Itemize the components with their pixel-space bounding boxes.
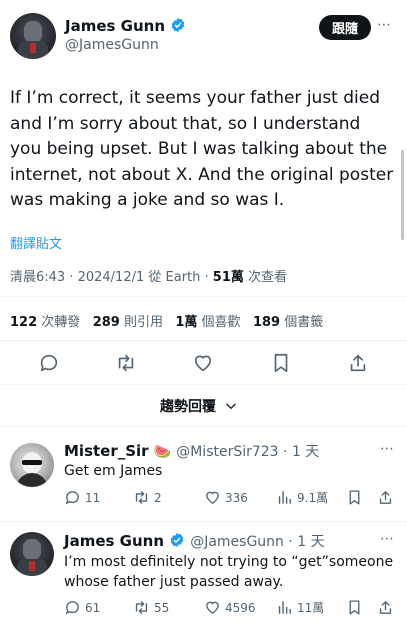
bookmark-icon[interactable] xyxy=(346,599,363,616)
reply-count: 61 xyxy=(85,600,101,615)
divider xyxy=(0,426,407,427)
watermelon-emoji: 🍉 xyxy=(153,444,172,460)
share-icon[interactable] xyxy=(377,599,394,616)
reply-reply-button[interactable]: 11 xyxy=(64,489,100,506)
reply-text: I’m most definitely not trying to “get”s… xyxy=(64,554,394,590)
reply-meta[interactable]: @MisterSir723 · 1 天 xyxy=(176,444,319,460)
like-icon xyxy=(204,599,221,616)
author-name[interactable]: James Gunn xyxy=(65,17,165,35)
views-icon xyxy=(276,599,293,616)
bookmark-icon[interactable] xyxy=(270,352,292,374)
like-icon xyxy=(204,489,221,506)
view-count: 9.1萬 xyxy=(297,491,329,505)
bookmark-icon[interactable] xyxy=(346,489,363,506)
reply-retweet-button[interactable]: 55 xyxy=(133,599,169,616)
likes-stat[interactable]: 1萬 個喜歡 xyxy=(175,315,240,330)
chevron-down-icon xyxy=(224,399,238,413)
reply-retweet-button[interactable]: 2 xyxy=(133,489,162,506)
reply-reply-button[interactable]: 61 xyxy=(64,599,100,616)
verified-badge-icon xyxy=(169,532,185,548)
like-icon[interactable] xyxy=(192,352,214,374)
tweet-timestamp[interactable]: 清晨6:43 · 2024/12/1 從 Earth · xyxy=(10,270,213,285)
reply-like-button[interactable]: 336 xyxy=(204,489,248,506)
author-handle[interactable]: @JamesGunn xyxy=(65,37,159,53)
reply-more-options-icon[interactable]: ⋯ xyxy=(380,531,395,547)
reply-header: Mister_Sir 🍉 @MisterSir723 · 1 天 xyxy=(64,441,319,461)
views-label: 次查看 xyxy=(243,270,288,285)
reply-avatar[interactable] xyxy=(10,532,54,576)
reply-sort-dropdown[interactable]: 趨勢回覆 xyxy=(160,396,238,416)
reply-avatar[interactable] xyxy=(10,443,54,487)
retweets-stat[interactable]: 122 次轉發 xyxy=(10,315,80,330)
more-options-icon[interactable]: ⋯ xyxy=(377,17,392,33)
like-count: 336 xyxy=(225,490,248,505)
tweet-meta: 清晨6:43 · 2024/12/1 從 Earth · 51萬 次查看 xyxy=(10,266,287,285)
reply-author-name[interactable]: James Gunn xyxy=(64,532,164,550)
retweet-count: 55 xyxy=(154,600,170,615)
reply-text: Get em James xyxy=(64,463,163,479)
divider xyxy=(0,340,407,341)
tweet-text: If I’m correct, it seems your father jus… xyxy=(10,88,394,210)
reply-views-button[interactable]: 9.1萬 xyxy=(276,489,328,506)
follow-button[interactable]: 跟隨 xyxy=(319,15,371,40)
share-icon[interactable] xyxy=(347,352,369,374)
author-name-row[interactable]: James Gunn xyxy=(65,16,186,35)
bookmarks-stat[interactable]: 189 個書籤 xyxy=(253,315,323,330)
divider xyxy=(0,296,407,297)
reply-icon[interactable] xyxy=(38,352,60,374)
verified-badge-icon xyxy=(170,17,186,33)
reply-icon xyxy=(64,599,81,616)
divider xyxy=(0,384,407,385)
retweet-icon[interactable] xyxy=(115,352,137,374)
reply-views-button[interactable]: 11萬 xyxy=(276,599,324,616)
views-icon xyxy=(276,489,293,506)
reply-sort-label: 趨勢回覆 xyxy=(160,399,216,415)
retweet-icon xyxy=(133,599,150,616)
scrollbar-thumb[interactable] xyxy=(401,150,404,240)
retweet-count: 2 xyxy=(154,490,162,505)
reply-count: 11 xyxy=(85,490,101,505)
retweet-icon xyxy=(133,489,150,506)
like-count: 4596 xyxy=(225,600,256,615)
reply-meta[interactable]: @JamesGunn · 1 天 xyxy=(190,534,324,550)
quotes-stat[interactable]: 289 則引用 xyxy=(93,315,163,330)
view-count: 11萬 xyxy=(297,601,325,615)
translate-link[interactable]: 翻譯貼文 xyxy=(10,233,62,252)
share-icon[interactable] xyxy=(377,489,394,506)
reply-like-button[interactable]: 4596 xyxy=(204,599,256,616)
engagement-stats: 122 次轉發 289 則引用 1萬 個喜歡 189 個書籤 xyxy=(10,311,323,330)
divider xyxy=(0,521,407,522)
reply-icon xyxy=(64,489,81,506)
author-avatar[interactable] xyxy=(10,13,56,59)
reply-header: James Gunn @JamesGunn · 1 天 xyxy=(64,531,325,551)
reply-author-name[interactable]: Mister_Sir xyxy=(64,442,149,460)
reply-more-options-icon[interactable]: ⋯ xyxy=(380,441,395,457)
views-count: 51萬 xyxy=(212,270,244,285)
